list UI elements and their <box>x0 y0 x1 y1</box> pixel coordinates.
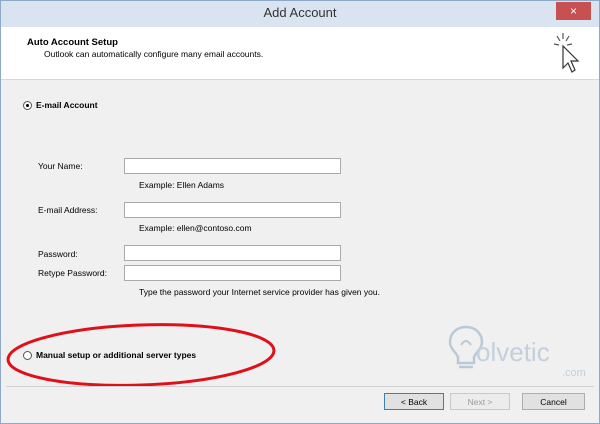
header-subtitle: Outlook can automatically configure many… <box>44 49 264 59</box>
watermark-text: olvetic <box>476 337 550 367</box>
setup-header: Auto Account Setup Outlook can automatic… <box>1 27 599 80</box>
window-title: Add Account <box>263 5 337 20</box>
email-address-label: E-mail Address: <box>38 205 98 215</box>
next-button[interactable]: Next > <box>450 393 510 410</box>
title-bar: Add Account × <box>1 1 599 27</box>
password-input[interactable] <box>124 245 341 261</box>
email-address-input[interactable] <box>124 202 341 218</box>
retype-password-input[interactable] <box>124 265 341 281</box>
your-name-input[interactable] <box>124 158 341 174</box>
cancel-button[interactable]: Cancel <box>522 393 585 410</box>
highlight-ellipse <box>6 323 276 387</box>
close-button[interactable]: × <box>556 2 591 20</box>
cursor-sparkle-icon <box>553 33 580 73</box>
password-hint: Type the password your Internet service … <box>139 287 380 297</box>
watermark-suffix: .com <box>562 367 586 379</box>
your-name-label: Your Name: <box>38 161 83 171</box>
retype-password-label: Retype Password: <box>38 268 107 278</box>
email-address-hint: Example: ellen@contoso.com <box>139 223 252 233</box>
email-account-radio[interactable] <box>23 101 32 110</box>
add-account-window: Add Account × Auto Account Setup Outlook… <box>0 0 600 424</box>
radio-selected-dot <box>26 104 29 107</box>
email-account-label: E-mail Account <box>36 100 98 110</box>
password-label: Password: <box>38 249 78 259</box>
solvetic-watermark: olvetic .com <box>446 323 596 383</box>
footer-divider <box>6 386 594 387</box>
back-button[interactable]: < Back <box>384 393 444 410</box>
your-name-hint: Example: Ellen Adams <box>139 180 225 190</box>
header-title: Auto Account Setup <box>27 37 118 48</box>
